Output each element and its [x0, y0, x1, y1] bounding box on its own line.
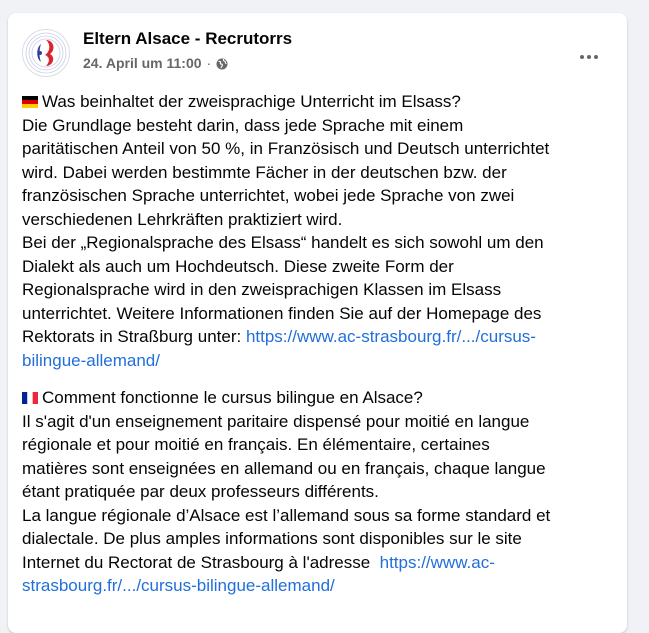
german-text-line: Regionalsprache wird in den zweisprachig… [22, 280, 502, 299]
french-text-line: Il s'agit d'un enseignement paritaire di… [22, 411, 530, 431]
german-text-line: Was beinhaltet der zweisprachige Unterri… [42, 92, 461, 111]
flag-france-icon [22, 392, 38, 404]
page-logo-icon [24, 31, 68, 75]
globe-icon[interactable] [216, 57, 228, 70]
german-text-line: unterrichtet. Weitere Informationen find… [22, 303, 542, 323]
german-text-line: verschiedenen Lehrkräften praktiziert wi… [22, 209, 343, 229]
rectorat-link-fr[interactable]: https://www.ac- [380, 553, 495, 572]
french-text-line: régionale et pour moitié en français. En… [22, 435, 490, 454]
german-text-line-with-link: Rektorats in Straßburg unter: https://ww… [22, 325, 612, 349]
french-text-line: La langue régionale d’Alsace est l’allem… [22, 505, 551, 525]
more-horizontal-icon [580, 55, 598, 59]
french-line-1: Comment fonctionne le cursus bilingue en… [22, 386, 612, 410]
german-text-line: Rektorats in Straßburg unter: [22, 327, 246, 346]
flag-germany-icon [22, 96, 38, 108]
german-link-continuation: bilingue-allemand/ [22, 349, 612, 373]
french-paragraph: Comment fonctionne le cursus bilingue en… [22, 386, 612, 598]
german-text-line: wird. Dabei werden bestimmte Fächer in d… [22, 162, 507, 182]
german-text-line: französischen Sprache unterrichtet, wobe… [22, 186, 515, 205]
post-timestamp[interactable]: 24. April um 11:00 [83, 55, 202, 71]
rectorat-link-de[interactable]: https://www.ac-strasbourg.fr/.../cursus- [246, 327, 536, 346]
french-text-line: dialectale. De plus amples informations … [22, 529, 522, 548]
french-text-line: étant pratiquée par deux professeurs dif… [22, 482, 379, 501]
german-text-line: paritätischen Anteil von 50 %, in Franzö… [22, 139, 550, 158]
post-card: Eltern Alsace - Recrutorrs 24. April um … [8, 13, 627, 633]
meta-separator: · [206, 55, 212, 71]
post-header: Eltern Alsace - Recrutorrs 24. April um … [22, 27, 613, 79]
french-link-continuation: strasbourg.fr/.../cursus-bilingue-allema… [22, 574, 612, 598]
german-text-line: Die Grundlage besteht darin, dass jede S… [22, 115, 464, 135]
post-meta: 24. April um 11:00 · [83, 55, 228, 71]
german-paragraph: Was beinhaltet der zweisprachige Unterri… [22, 90, 612, 372]
german-line-1: Was beinhaltet der zweisprachige Unterri… [22, 90, 612, 114]
french-text-line: Comment fonctionne le cursus bilingue en… [42, 388, 423, 407]
german-text-line: Dialekt als auch um Hochdeutsch. Diese z… [22, 256, 454, 276]
french-text-line: matières sont enseignées en allemand ou … [22, 458, 546, 478]
page-name-link[interactable]: Eltern Alsace - Recrutorrs [83, 29, 292, 49]
french-text-line: Internet du Rectorat de Strasbourg à l'a… [22, 552, 380, 572]
rectorat-link-de-continued[interactable]: bilingue-allemand/ [22, 351, 160, 370]
post-message: Was beinhaltet der zweisprachige Unterri… [22, 90, 612, 598]
german-text-line: Bei der „Regionalsprache des Elsass“ han… [22, 233, 544, 252]
rectorat-link-fr-continued[interactable]: strasbourg.fr/.../cursus-bilingue-allema… [22, 576, 335, 595]
french-text-line-with-link: Internet du Rectorat de Strasbourg à l'a… [22, 551, 612, 575]
more-options-button[interactable] [571, 39, 607, 75]
page-avatar[interactable] [22, 29, 70, 77]
